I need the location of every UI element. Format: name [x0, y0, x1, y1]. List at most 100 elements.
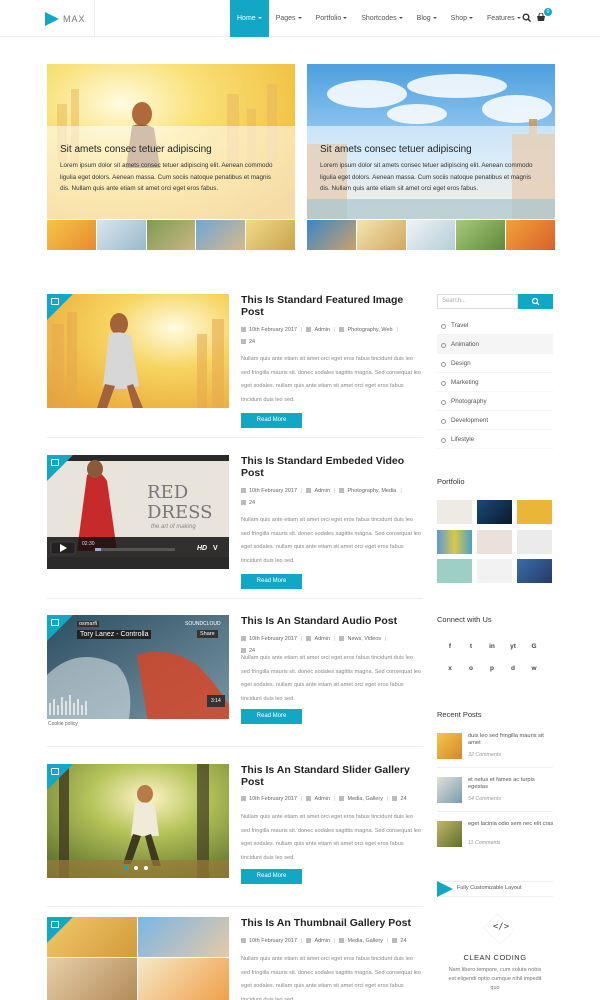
youtube-icon[interactable]: yt — [506, 640, 520, 654]
vimeo-logo[interactable]: V — [213, 545, 218, 552]
post-audio-embed[interactable]: osmarfi Tory Lanez - Controlla SOUNDCLOU… — [47, 615, 229, 729]
portfolio-item[interactable] — [437, 500, 472, 524]
category-design[interactable]: Design — [437, 354, 553, 373]
post-author[interactable]: Admin — [314, 488, 330, 494]
nav-shop[interactable]: Shop — [444, 0, 480, 37]
portfolio-item[interactable] — [437, 559, 472, 583]
hero-thumb[interactable] — [196, 220, 246, 250]
post-slider-gallery[interactable] — [47, 764, 229, 878]
post-comments[interactable]: 24 — [400, 938, 406, 944]
portfolio-item[interactable] — [517, 530, 552, 554]
hero-thumb[interactable] — [356, 220, 406, 250]
share-button[interactable]: Share — [197, 630, 218, 638]
recent-post-comments[interactable]: 54 Comments — [468, 796, 501, 802]
audio-user[interactable]: osmarfi — [77, 621, 100, 627]
search-icon[interactable] — [522, 13, 532, 23]
dribbble-icon[interactable]: d — [506, 662, 520, 676]
post-comments[interactable]: 24 — [249, 339, 255, 345]
hero-thumb[interactable] — [96, 220, 146, 250]
portfolio-item[interactable] — [477, 500, 512, 524]
post-title[interactable]: This Is Standard Featured Image Post — [241, 294, 421, 318]
recent-post-comments[interactable]: 32 Comments — [468, 752, 501, 758]
soundcloud-logo[interactable]: SOUNDCLOUD — [185, 621, 221, 627]
nav-blog[interactable]: Blog — [410, 0, 444, 37]
hero-thumb[interactable] — [406, 220, 456, 250]
category-travel[interactable]: Travel — [437, 316, 553, 335]
xing-icon[interactable]: x — [443, 662, 457, 676]
post-categories[interactable]: Media, Gallery — [347, 938, 382, 944]
post-author[interactable]: Admin — [314, 796, 330, 802]
post-title[interactable]: This Is Standard Embeded Video Post — [241, 455, 421, 479]
gallery-thumb[interactable] — [47, 958, 137, 1000]
nav-portfolio[interactable]: Portfolio — [309, 0, 355, 37]
recent-post-title[interactable]: et netus et fames ac turpis egestas — [468, 777, 554, 791]
logo[interactable]: MAX — [45, 11, 86, 27]
nav-features[interactable]: Features — [480, 0, 528, 37]
category-development[interactable]: Development — [437, 411, 553, 430]
post-featured-image[interactable] — [47, 294, 229, 408]
opera-icon[interactable]: o — [464, 662, 478, 676]
slider-dot-active[interactable] — [124, 866, 128, 870]
nav-pages[interactable]: Pages — [269, 0, 309, 37]
pinterest-icon[interactable]: p — [485, 662, 499, 676]
recent-post-thumb[interactable] — [437, 733, 462, 759]
post-title[interactable]: This Is An Standard Slider Gallery Post — [241, 764, 421, 788]
post-comments[interactable]: 24 — [249, 500, 255, 506]
post-comments[interactable]: 24 — [400, 796, 406, 802]
post-categories[interactable]: Media, Gallery — [347, 796, 382, 802]
category-marketing[interactable]: Marketing — [437, 373, 553, 392]
portfolio-item[interactable] — [477, 530, 512, 554]
read-more-button[interactable]: Read More — [241, 574, 302, 589]
hero-slide-left[interactable]: Sit amets consec tetuer adipiscing Lorem… — [47, 64, 295, 250]
category-lifestyle[interactable]: Lifestyle — [437, 430, 553, 449]
post-author[interactable]: Admin — [314, 938, 330, 944]
gallery-thumb[interactable] — [138, 917, 229, 957]
read-more-button[interactable]: Read More — [241, 869, 302, 884]
post-author[interactable]: Admin — [314, 327, 330, 333]
portfolio-item[interactable] — [477, 559, 512, 583]
read-more-button[interactable]: Read More — [241, 413, 302, 428]
post-title[interactable]: This Is An Thumbnail Gallery Post — [241, 917, 421, 929]
twitter-icon[interactable]: t — [464, 640, 478, 654]
weibo-icon[interactable]: w — [527, 662, 541, 676]
recent-post-title[interactable]: eget lacinia odio sem nec elit cras — [468, 821, 554, 828]
nav-home[interactable]: Home — [230, 0, 269, 37]
portfolio-item[interactable] — [517, 500, 552, 524]
facebook-icon[interactable]: f — [443, 640, 457, 654]
recent-post-thumb[interactable] — [437, 777, 462, 803]
hero-thumb[interactable] — [47, 220, 96, 250]
post-categories[interactable]: News, Videos — [347, 636, 381, 642]
hero-thumb[interactable] — [246, 220, 295, 250]
category-animation[interactable]: Animation — [437, 335, 553, 354]
search-input[interactable]: Search... — [437, 294, 518, 309]
post-video-embed[interactable]: RED DRESS the art of making 02:30 HD V — [47, 455, 229, 569]
portfolio-item[interactable] — [437, 530, 472, 554]
post-title[interactable]: This Is An Standard Audio Post — [241, 615, 421, 627]
read-more-button[interactable]: Read More — [241, 709, 302, 724]
recent-post-title[interactable]: duis leo sed fringilla mauris sit amet — [468, 733, 554, 747]
category-photography[interactable]: Photography — [437, 392, 553, 411]
post-author[interactable]: Admin — [314, 636, 330, 642]
post-categories[interactable]: Photography, Web — [347, 327, 392, 333]
linkedin-icon[interactable]: in — [485, 640, 499, 654]
portfolio-item[interactable] — [517, 559, 552, 583]
hero-thumb[interactable] — [456, 220, 506, 250]
post-categories[interactable]: Photography, Media — [347, 488, 396, 494]
audio-track-title[interactable]: Tory Lanez - Controlla — [77, 630, 152, 639]
google-plus-icon[interactable]: G — [527, 640, 541, 654]
gallery-thumb[interactable] — [138, 958, 229, 1000]
hero-thumb[interactable] — [146, 220, 196, 250]
nav-shortcodes[interactable]: Shortcodes — [354, 0, 409, 37]
recent-post-thumb[interactable] — [437, 821, 462, 847]
hd-badge[interactable]: HD — [197, 545, 207, 552]
slider-dot[interactable] — [134, 866, 138, 870]
search-button[interactable] — [518, 294, 553, 309]
post-thumbnail-gallery[interactable] — [47, 917, 229, 1000]
nav-label: Home — [237, 15, 256, 22]
cookie-policy-link[interactable]: Cookie policy — [47, 719, 229, 729]
hero-thumb[interactable] — [506, 220, 555, 250]
slider-dot[interactable] — [144, 866, 148, 870]
recent-post-comments[interactable]: 11 Comments — [468, 840, 501, 846]
hero-thumb[interactable] — [307, 220, 356, 250]
hero-slide-right[interactable]: Sit amets consec tetuer adipiscing Lorem… — [307, 64, 555, 250]
